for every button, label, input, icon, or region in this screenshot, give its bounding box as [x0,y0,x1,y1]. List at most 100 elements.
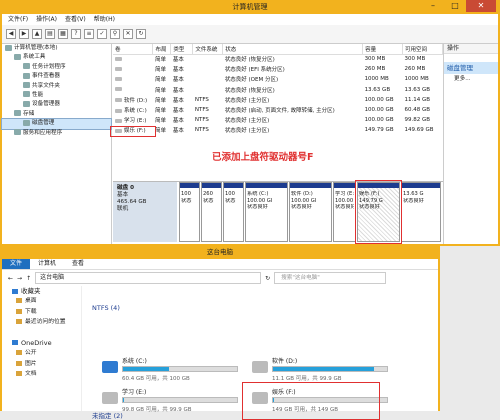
menu-item-help[interactable]: 帮助(H) [94,14,115,25]
tree-item[interactable]: 存储 [2,110,111,119]
table-row[interactable]: 简单 基本 状态良好 (恢复分区) 300 MB 300 MB [113,54,443,64]
menu-item-action[interactable]: 操作(A) [36,14,57,25]
group-header-ntfs[interactable]: NTFS (4) [92,304,120,312]
partition-block[interactable]: 学习 (E:)100.00 GI状态良好 [333,182,356,242]
nav-item[interactable]: 桌面 [2,296,81,306]
back-icon[interactable]: ◀ [6,29,16,39]
tree-item-label: 磁盘管理 [32,120,55,127]
tree-node-icon [23,63,30,70]
partition-block[interactable]: 100 状态 [179,182,200,242]
drive-tile[interactable]: 系统 (C:) 60.4 GB 可用，共 100 GB [100,356,240,382]
partition-block[interactable]: 系统 (C:) 100.00 GI 状态良好 [245,182,288,242]
search-input[interactable]: 搜索"这台电脑" [274,272,387,284]
partition-text: 100 [181,191,191,197]
address-bar[interactable]: 这台电脑 [35,272,262,284]
nav-item[interactable]: 收藏夹 [2,286,81,296]
disk-0-label[interactable]: 磁盘 0 基本 465.64 GB 联机 [113,182,177,242]
nav-item[interactable]: 下载 [2,307,81,317]
column-header[interactable]: 卷 [113,44,154,55]
partition-block[interactable]: 13.63 G 状态良好 [401,182,441,242]
tree-item[interactable]: 共享文件夹 [2,82,111,91]
console-tree-icon[interactable]: ▤ [45,29,55,39]
tab-view[interactable]: 查看 [64,259,92,269]
table-row[interactable]: 简单 基本 状态良好 (OEM 分区) 1000 MB 1000 MB [113,74,443,84]
tree-item-label: 存储 [23,110,35,117]
column-header[interactable]: 类型 [170,44,194,55]
tree-item[interactable]: 服务和应用程序 [2,129,111,138]
table-cell: 11.14 GB [404,96,431,103]
table-row[interactable]: 简单 基本 状态良好 (恢复分区) 13.63 GB 13.63 GB [113,85,443,95]
partition-block[interactable]: 软件 (D:) 100.00 GI 状态良好 [289,182,332,242]
check-icon[interactable]: ✓ [97,29,107,39]
column-header[interactable]: 状态 [222,44,364,55]
partition-block[interactable]: 100 状态 [223,182,244,242]
table-row[interactable]: 软件 (D:) 简单 基本 NTFS 状态良好 (主分区) 100.00 GB 11.14 … [113,95,443,105]
table-row[interactable]: 简单 基本 状态良好 (EFI 系统分区) 260 MB 260 MB [113,64,443,74]
column-header[interactable]: 布局 [152,44,172,55]
minimize-button[interactable]: – [422,0,444,12]
table-row[interactable]: 娱乐 (F:) 简单 基本 NTFS 状态良好 (主分区) 149.79 GB 149.69… [113,125,443,135]
table-cell: 简单 [154,118,166,125]
up-icon[interactable]: ▲ [32,29,42,39]
help-icon[interactable]: ? [71,29,81,39]
actions-section-disk-management[interactable]: 磁盘管理 [444,62,498,74]
column-header[interactable]: 文件系统 [192,44,224,55]
tree-item[interactable]: 系统工具 [2,53,111,62]
search-icon[interactable]: ⚲ [110,29,120,39]
column-header[interactable]: 可用空间 [402,44,443,55]
nav-item[interactable]: OneDrive [2,338,81,348]
tree-item[interactable]: 设备管理器 [2,100,111,109]
tab-computer[interactable]: 计算机 [30,259,64,269]
tree-node-icon [14,53,21,60]
close-button[interactable]: ✕ [466,0,496,12]
nav-item[interactable]: 最近访问的位置 [2,317,81,327]
partition-bar [202,183,221,188]
table-cell: 99.82 GB [404,117,431,124]
column-header[interactable]: 容量 [362,44,403,55]
partition-block[interactable]: 260 状态 [201,182,222,242]
table-cell: 1000 MB [404,76,429,83]
tree-item[interactable]: 性能 [2,91,111,100]
back-icon[interactable]: ← [8,275,13,282]
tree-item[interactable]: 磁盘管理 [1,118,112,130]
computer-management-window: 计算机管理 – □ ✕ 文件(F) 操作(A) 查看(V) 帮助(H) ◀ ▶ … [0,0,500,246]
menu-item-file[interactable]: 文件(F) [8,14,28,25]
nav-item[interactable]: 公开 [2,348,81,358]
tab-file[interactable]: 文件 [2,259,31,269]
table-cell: 状态良好 (OEM 分区) [224,77,279,84]
menu-item-view[interactable]: 查看(V) [65,14,86,25]
drive-list: NTFS (4) 系统 (C:) 60.4 GB 可用，共 100 GB 软件 (D… [92,294,437,420]
actions-more[interactable]: 更多... [444,74,498,84]
nav-item[interactable]: 图片 [2,359,81,369]
forward-icon[interactable]: ▶ [19,29,29,39]
partition-text: 状态良好 [403,197,424,204]
properties-icon[interactable]: ▦ [58,29,68,39]
refresh-icon[interactable]: ↻ [136,29,146,39]
explorer-body: 收藏夹 桌面 下载 最近访问的位置 OneDrive 公开 图片 文档 NTFS (4) 系统… [2,286,438,420]
drive-usage-bar [122,397,238,403]
tree-item[interactable]: 任务计划程序 [2,63,111,72]
maximize-button[interactable]: □ [444,0,466,12]
menu-bar: 文件(F) 操作(A) 查看(V) 帮助(H) [2,14,498,25]
up-icon[interactable]: ↑ [26,275,31,282]
group-header-unspecified[interactable]: 未指定 (2) [92,410,123,420]
partition-text: 系统 (C:) [247,191,269,197]
tree-node-icon [23,82,30,89]
view-list-icon[interactable]: ≡ [84,29,94,39]
tree-node-icon [14,129,21,136]
forward-icon[interactable]: → [17,275,22,282]
volume-label: 学习 (E:) [124,118,147,125]
tree-item[interactable]: 计算机管理(本地) [2,44,111,53]
partition-text: 状态良好 [247,204,268,211]
drive-tile[interactable]: 软件 (D:) 11.1 GB 可用，共 99.9 GB [250,356,390,382]
volume-cell [113,74,153,84]
nav-item[interactable]: 文档 [2,369,81,379]
table-cell: 100.00 GB [364,107,394,114]
table-row[interactable]: 学习 (E:) 简单 基本 NTFS 状态良好 (主分区) 100.00 GB 99.82 … [113,115,443,125]
table-cell: 状态良好 (主分区) [224,118,270,125]
tree-item[interactable]: 事件查看器 [2,72,111,81]
volume-cell: 软件 (D:) [113,95,153,105]
refresh-icon[interactable]: ↻ [265,275,270,282]
table-row[interactable]: 系统 (C:) 简单 基本 NTFS 状态良好 (启动, 页面文件, 故障转储, 主分区… [113,105,443,115]
delete-icon[interactable]: ✕ [123,29,133,39]
